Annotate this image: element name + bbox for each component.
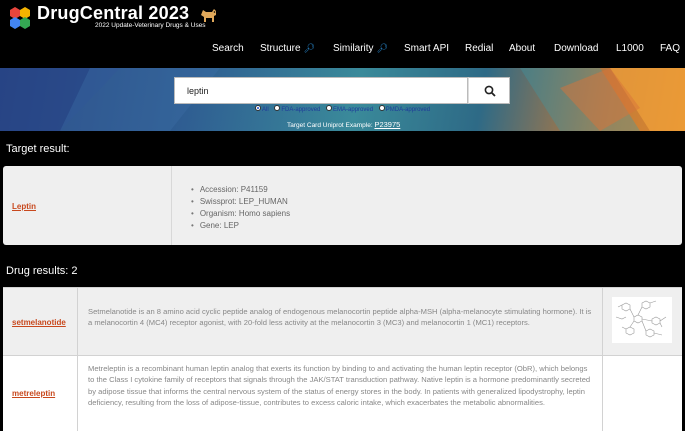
nav-smart-api[interactable]: Smart API	[404, 43, 449, 54]
approval-filter: All FDA-approved EMA-approved PMDA-appro…	[255, 105, 434, 116]
nav-search[interactable]: Search	[212, 43, 244, 54]
nav-similarity[interactable]: Similarity 🔎︎	[333, 43, 388, 54]
radio-all[interactable]	[255, 105, 261, 111]
magnifier-icon: 🔎︎	[376, 43, 388, 53]
nav-l1000[interactable]: L1000	[616, 43, 644, 54]
drug-description: Setmelanotide is an 8 amino acid cyclic …	[88, 307, 592, 328]
nav-about[interactable]: About	[509, 43, 535, 54]
target-organism: Organism: Homo sapiens	[191, 208, 290, 220]
target-link[interactable]: Leptin	[12, 202, 36, 211]
drug-row: setmelanotide Setmelanotide is an 8 amin…	[3, 287, 682, 355]
uniprot-example-link[interactable]: P23975	[374, 120, 400, 129]
dog-icon	[201, 9, 216, 22]
radio-fda-approved[interactable]	[274, 105, 281, 111]
uniprot-example: Target Card Uniprot Example: P23975	[287, 120, 401, 129]
target-details: Accession: P41159 Swissprot: LEP_HUMAN O…	[191, 184, 290, 232]
site-header: DrugCentral 2023 2022 Update-Veterinary …	[0, 0, 685, 68]
target-gene: Gene: LEP	[191, 220, 290, 232]
drug-name-cell: metreleptin	[3, 356, 78, 431]
drug-section-title: Drug results: 2	[6, 265, 78, 277]
nav-download[interactable]: Download	[554, 43, 598, 54]
nav-structure[interactable]: Structure 🔎︎	[260, 43, 315, 54]
target-card: Leptin Accession: P41159 Swissprot: LEP_…	[3, 166, 682, 245]
magnifier-icon: 🔎︎	[303, 43, 316, 53]
nav-redial[interactable]: Redial	[465, 43, 493, 54]
drugcentral-logo-icon[interactable]	[6, 4, 34, 32]
target-section-title: Target result:	[6, 143, 70, 155]
brand-tagline: 2022 Update-Veterinary Drugs & Uses	[95, 22, 206, 29]
nav-faq[interactable]: FAQ	[660, 43, 680, 54]
search-banner: leptin All FDA-approved EMA-approved PMD…	[0, 68, 685, 131]
search-input[interactable]: leptin	[174, 77, 468, 104]
drug-description: Metreleptin is a recombinant human lepti…	[88, 364, 591, 407]
drug-link-metreleptin[interactable]: metreleptin	[12, 389, 55, 398]
radio-ema-approved[interactable]	[326, 105, 333, 111]
molecule-structure-image[interactable]	[612, 297, 672, 343]
radio-pmda-approved[interactable]	[378, 105, 385, 111]
main-nav: Search Structure 🔎︎ Similarity 🔎︎ Smart AP…	[0, 43, 685, 57]
drug-row: metreleptin Metreleptin is a recombinant…	[3, 355, 682, 431]
target-swissprot: Swissprot: LEP_HUMAN	[191, 196, 290, 208]
search-icon	[484, 85, 496, 97]
drug-link-setmelanotide[interactable]: setmelanotide	[12, 318, 66, 327]
search-button[interactable]	[468, 77, 510, 104]
target-accession: Accession: P41159	[191, 184, 290, 196]
drug-structure-cell	[602, 356, 682, 431]
drug-name-cell: setmelanotide	[3, 288, 78, 355]
drug-structure-cell	[602, 288, 682, 355]
target-name-cell: Leptin	[3, 166, 172, 245]
brand-title[interactable]: DrugCentral 2023	[37, 3, 189, 24]
